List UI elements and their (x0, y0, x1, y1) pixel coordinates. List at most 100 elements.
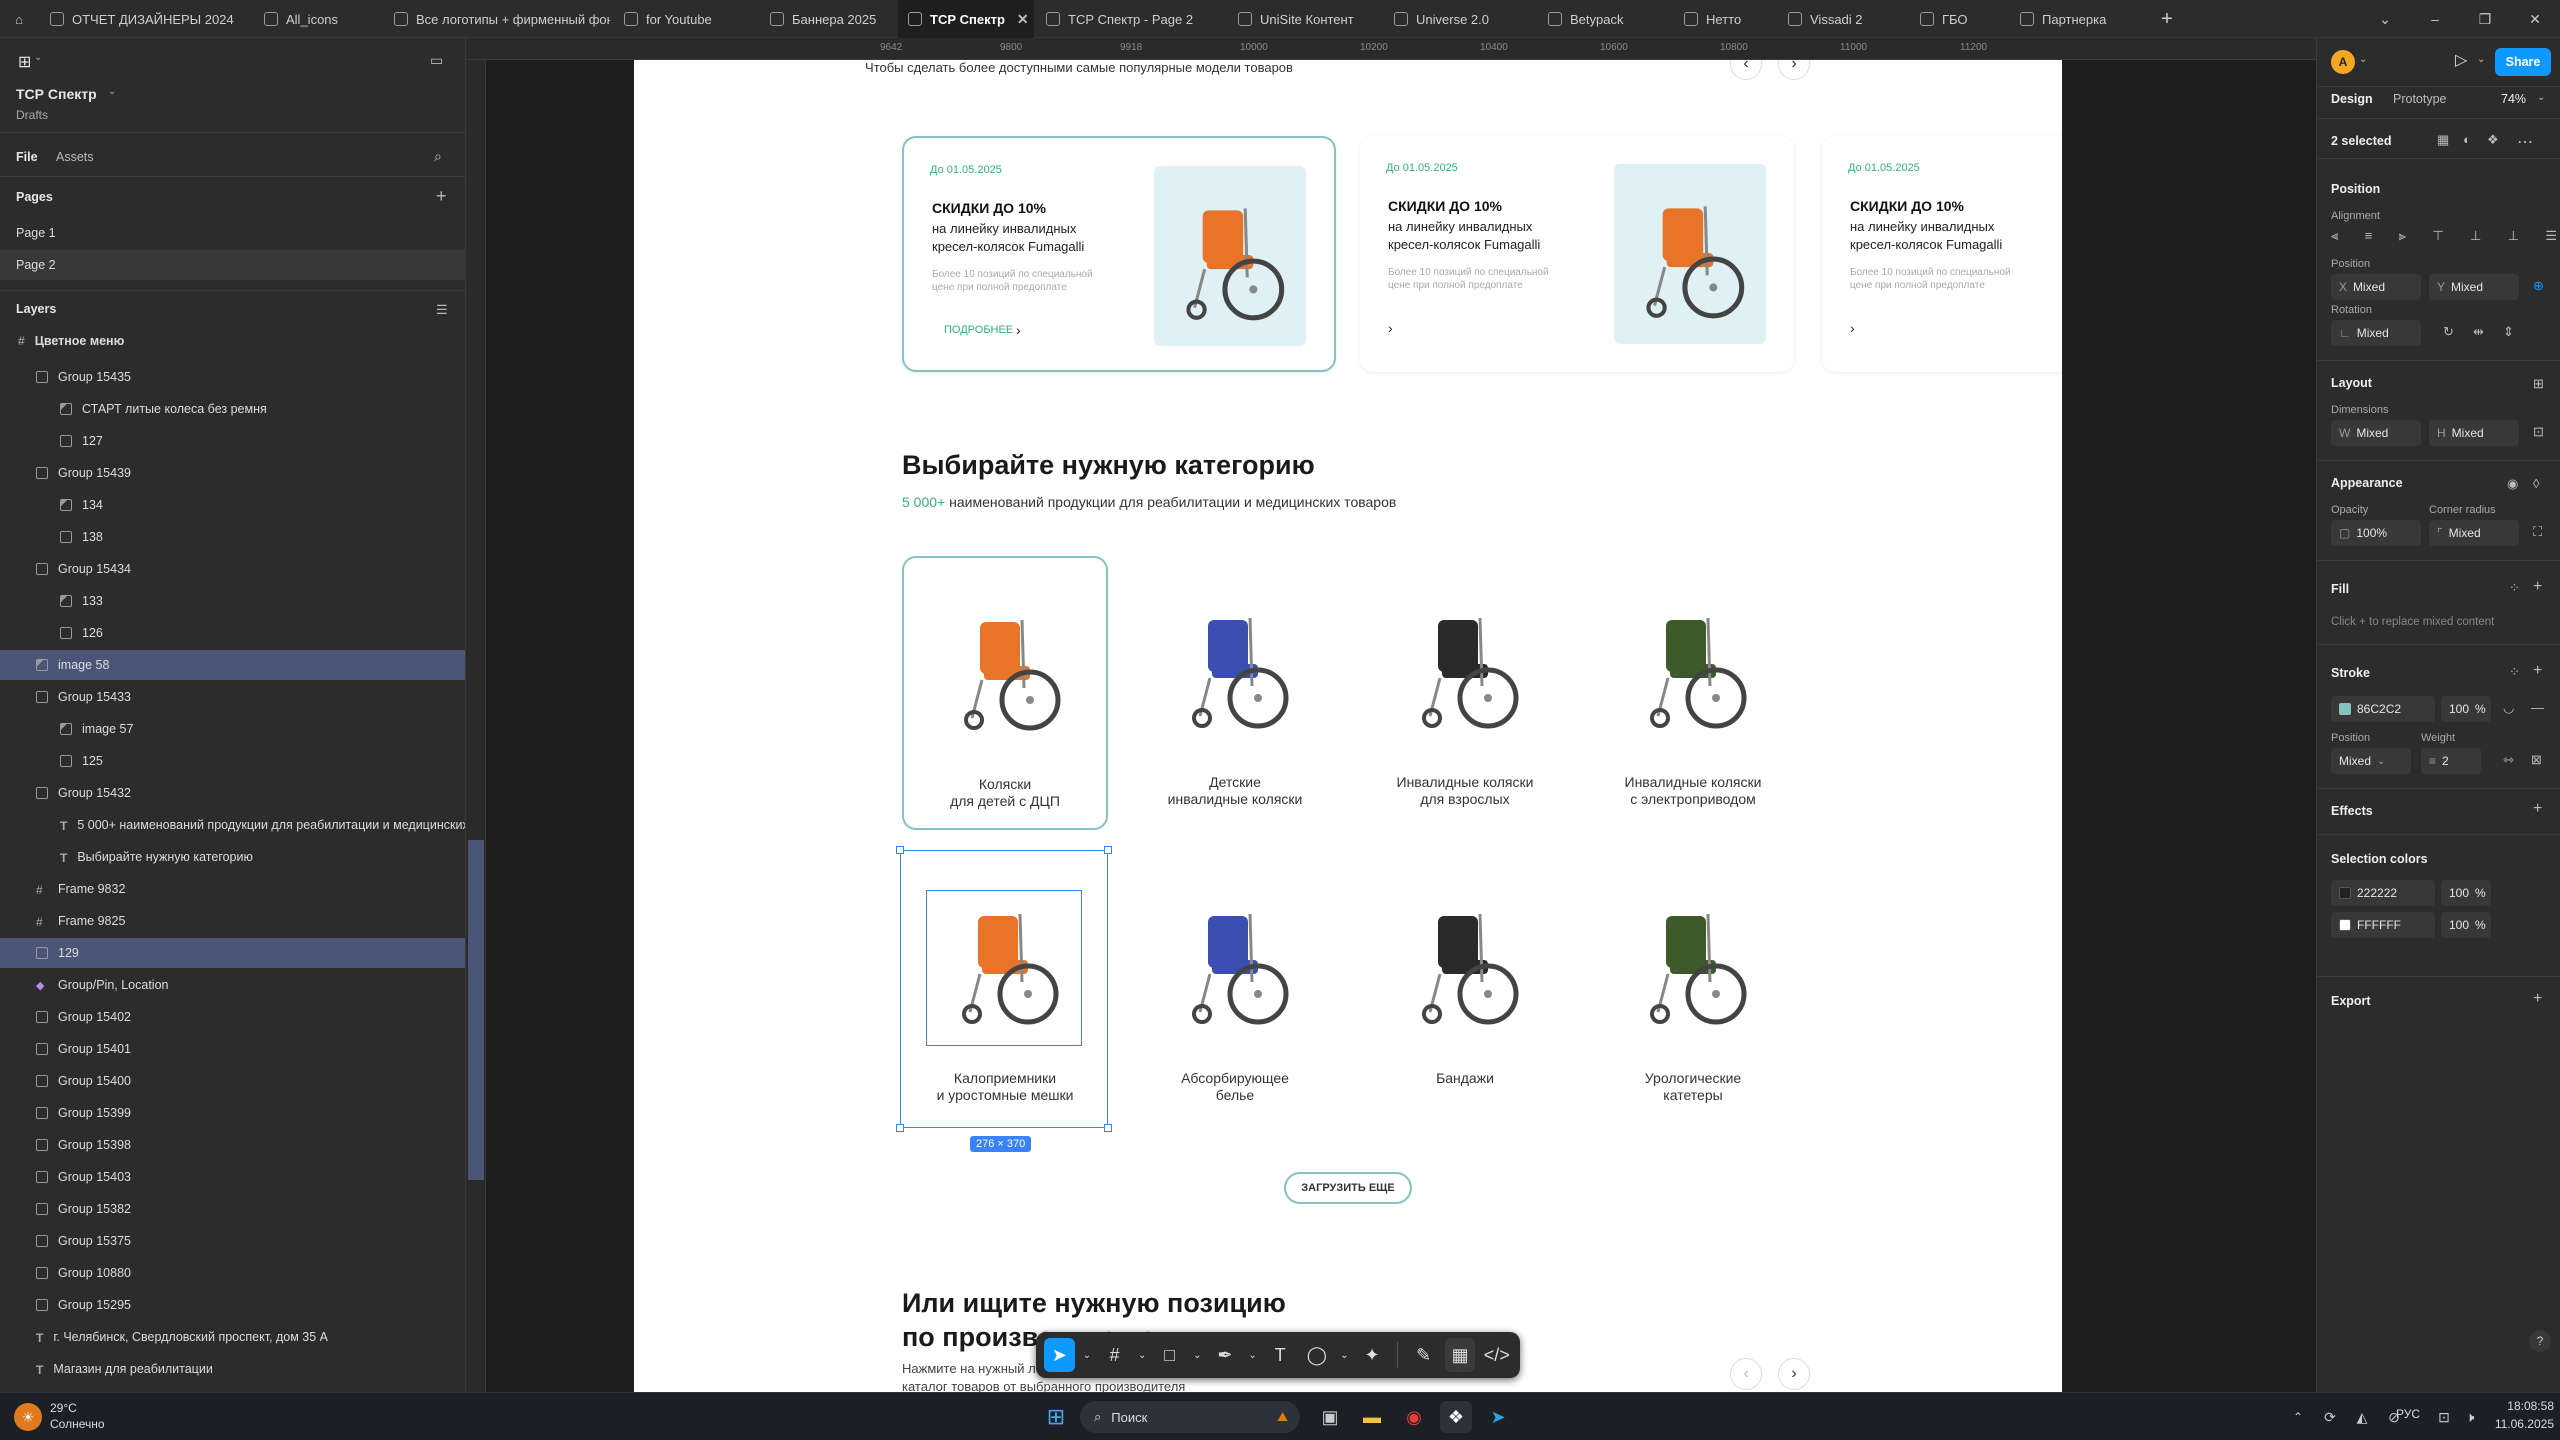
actions-icon[interactable]: ✦ (1357, 1338, 1388, 1372)
resize-handle[interactable] (896, 846, 904, 854)
present-icon[interactable]: ▷ (2455, 50, 2467, 70)
layer-item[interactable]: 138 (0, 522, 465, 552)
stroke-settings-icon[interactable]: ⊠ (2531, 752, 2542, 768)
stroke-weight-input[interactable]: ≡ 2 (2421, 748, 2481, 774)
weather-desc[interactable]: Солнечно (50, 1417, 105, 1431)
pen-tool-icon[interactable]: ✒ (1210, 1338, 1241, 1372)
selection-color-opacity[interactable]: 100% (2441, 880, 2491, 906)
layer-item[interactable]: Group 15382 (0, 1194, 465, 1224)
carousel-next-button[interactable]: › (1778, 60, 1810, 80)
tab-item[interactable]: Партнерка (2010, 0, 2150, 38)
layer-item[interactable]: image 57 (0, 714, 465, 744)
layer-header[interactable]: # Цветное меню (0, 330, 465, 352)
tab-assets[interactable]: Assets (56, 150, 94, 164)
new-tab-icon[interactable]: + (2152, 0, 2182, 38)
layer-item[interactable]: 126 (0, 618, 465, 648)
tray-app-icon[interactable]: ◭ (2346, 1401, 2378, 1433)
telegram-icon[interactable]: ➤ (1482, 1401, 1514, 1433)
resize-handle[interactable] (1104, 1124, 1112, 1132)
weather-icon[interactable]: ☀ (14, 1403, 42, 1431)
volume-icon[interactable]: 🕨 (2454, 1401, 2486, 1433)
chevron-down-icon[interactable]: ⌄ (1136, 1338, 1149, 1372)
tab-item[interactable]: Все логотипы + фирменный фон (384, 0, 610, 38)
close-tab-icon[interactable]: ✕ (1017, 11, 1029, 28)
weather-temp[interactable]: 29°C (50, 1401, 77, 1415)
chevron-down-icon[interactable]: ⌄ (34, 52, 42, 63)
selection-color-opacity[interactable]: 100% (2441, 912, 2491, 938)
layer-item[interactable]: Group 15401 (0, 1034, 465, 1064)
main-menu-icon[interactable]: ⊞ (18, 52, 31, 72)
tab-item[interactable]: Universe 2.0 (1384, 0, 1534, 38)
stroke-color-input[interactable]: 86C2C2 (2331, 696, 2435, 722)
manufacturers-next-button[interactable]: › (1778, 1358, 1810, 1390)
layer-item[interactable]: T 5 000+ наименований продукции для реаби… (0, 810, 465, 840)
clock-time[interactable]: 18:08:58 (2496, 1399, 2554, 1413)
layer-item[interactable]: Group 15295 (0, 1290, 465, 1320)
chevron-down-icon[interactable]: ⌄ (1191, 1338, 1204, 1372)
file-explorer-icon[interactable]: ▬ (1356, 1401, 1388, 1433)
styles-icon[interactable]: ⁘ (2509, 664, 2520, 680)
align-top-icon[interactable]: ⊤ (2432, 228, 2443, 244)
promo-card[interactable]: До 01.05.2025 СКИДКИ ДО 10% на линейку и… (902, 136, 1336, 372)
stroke-swatch[interactable] (2339, 703, 2351, 715)
design-mode-icon[interactable]: ▦ (1444, 1338, 1476, 1372)
width-input[interactable]: W Mixed (2331, 420, 2421, 446)
layer-item[interactable]: Group 15434 (0, 554, 465, 584)
align-right-icon[interactable]: ⫸ (2399, 228, 2406, 244)
layer-item[interactable]: 133 (0, 586, 465, 616)
help-button[interactable]: ? (2529, 1330, 2551, 1352)
promo-card[interactable]: До 01.05.2025 СКИДКИ ДО 10% на линейку и… (1822, 136, 2062, 372)
stroke-opacity-input[interactable]: 100% (2441, 696, 2491, 722)
category-card[interactable]: Абсорбирующее белье (1132, 852, 1338, 1126)
color-swatch[interactable] (2339, 919, 2351, 931)
chevron-down-icon[interactable]: ⌄ (2359, 54, 2367, 65)
sidebar-toggle-icon[interactable]: ▭ (430, 52, 443, 69)
file-name[interactable]: ТСР Спектр (16, 86, 97, 102)
layer-item[interactable]: Group 15375 (0, 1226, 465, 1256)
tray-app-icon[interactable]: ⟳ (2314, 1401, 2346, 1433)
canvas[interactable]: Чтобы сделать более доступными самые поп… (486, 60, 2316, 1392)
eye-icon[interactable]: ◉ (2507, 476, 2518, 492)
language-indicator[interactable]: РУС (2396, 1407, 2420, 1421)
remove-stroke-icon[interactable]: — (2531, 700, 2544, 715)
category-card[interactable]: Детские инвалидные коляски (1132, 556, 1338, 830)
layer-item[interactable]: 127 (0, 426, 465, 456)
constraints-icon[interactable]: ⊕ (2533, 278, 2544, 294)
maximize-icon[interactable]: ❐ (2460, 0, 2510, 38)
chevron-down-icon[interactable]: ⌄ (1338, 1338, 1351, 1372)
chevron-down-icon[interactable]: ⌄ (1246, 1338, 1259, 1372)
chrome-icon[interactable]: ◉ (1398, 1401, 1430, 1433)
y-input[interactable]: Y Mixed (2429, 274, 2519, 300)
tab-design[interactable]: Design (2331, 92, 2373, 106)
dev-mode-icon[interactable]: </> (1481, 1338, 1512, 1372)
move-tool-icon[interactable]: ➤ (1044, 1338, 1075, 1372)
draw-mode-icon[interactable]: ✎ (1408, 1338, 1439, 1372)
category-card[interactable]: Инвалидные коляски для взрослых (1362, 556, 1568, 830)
text-tool-icon[interactable]: T (1265, 1338, 1296, 1372)
category-card[interactable]: Урологические катетеры (1590, 852, 1796, 1126)
layer-item[interactable]: ◆ Group/Pin, Location (0, 970, 465, 1000)
add-export-icon[interactable]: + (2533, 990, 2542, 1008)
layer-item[interactable]: T Магазин для реабилитации (0, 1354, 465, 1384)
minimize-icon[interactable]: – (2410, 0, 2460, 38)
share-button[interactable]: Share (2495, 48, 2551, 76)
promo-more-link[interactable]: подробнее (944, 324, 1013, 336)
layer-item[interactable]: Group 15400 (0, 1066, 465, 1096)
blend-icon[interactable]: ◊ (2533, 476, 2539, 491)
task-view-icon[interactable]: ▣ (1314, 1401, 1346, 1433)
load-more-button[interactable]: ЗАГРУЗИТЬ ЕЩЕ (1284, 1172, 1412, 1204)
chevron-right-icon[interactable]: › (1388, 320, 1393, 336)
frame-tool-icon[interactable]: # (1099, 1338, 1130, 1372)
component-icon[interactable]: ❖ (2487, 132, 2499, 148)
selection-color[interactable]: 222222 (2331, 880, 2435, 906)
category-card[interactable]: Инвалидные коляски с электроприводом (1590, 556, 1796, 830)
add-effect-icon[interactable]: + (2533, 800, 2542, 818)
tab-item[interactable]: All_icons (254, 0, 380, 38)
promo-card[interactable]: До 01.05.2025 СКИДКИ ДО 10% на линейку и… (1360, 136, 1794, 372)
auto-layout-icon[interactable]: ⊞ (2533, 376, 2544, 392)
rotation-input[interactable]: ∟ Mixed (2331, 320, 2421, 346)
layer-item[interactable]: Group 15435 (0, 362, 465, 392)
layer-item[interactable]: Group 15398 (0, 1130, 465, 1160)
tab-item[interactable]: Баннера 2025 (760, 0, 894, 38)
more-icon[interactable]: ⋯ (2517, 132, 2533, 152)
